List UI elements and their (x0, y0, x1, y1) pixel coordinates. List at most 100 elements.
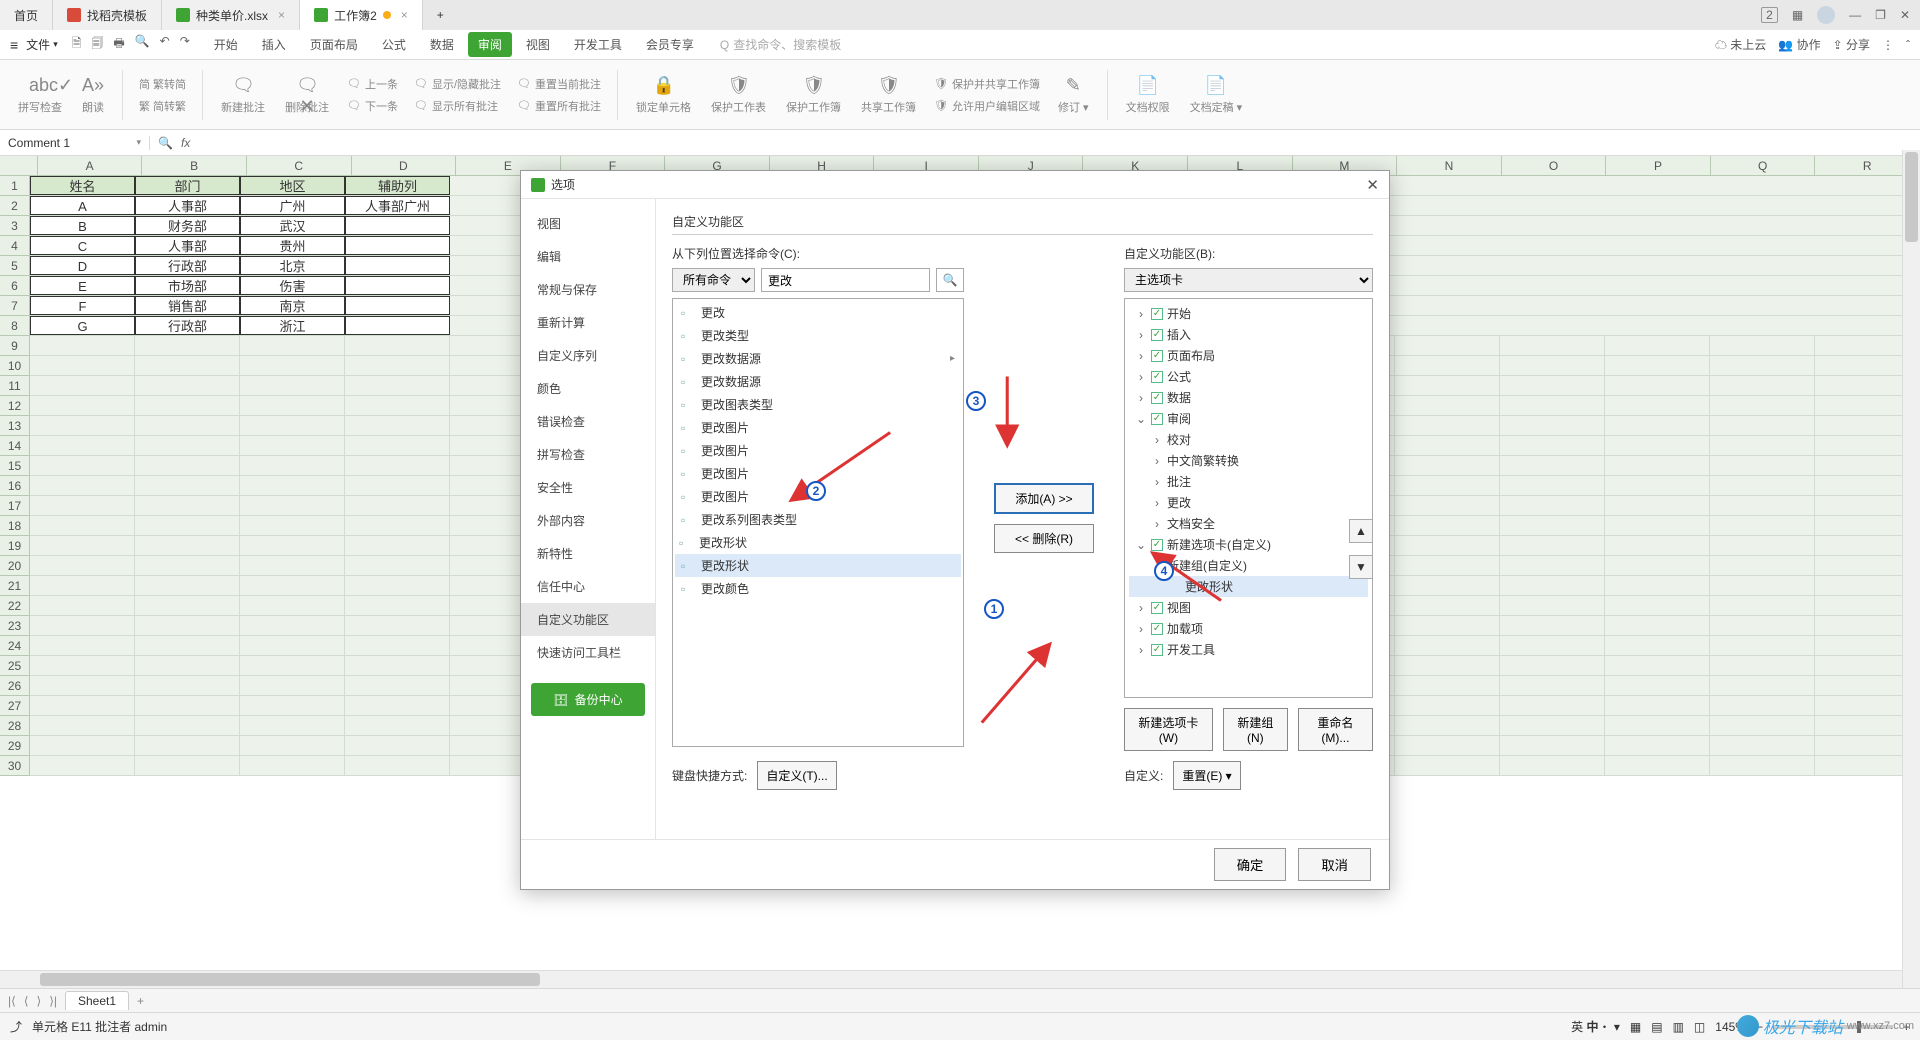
sidebar-item[interactable]: 拼写检查 (521, 438, 655, 471)
sidebar-item[interactable]: 常规与保存 (521, 273, 655, 306)
new-tab-button[interactable]: + (423, 0, 458, 30)
ribbon-new-comment[interactable]: 🗨新建批注 (215, 75, 271, 115)
sidebar-item[interactable]: 快速访问工具栏 (521, 636, 655, 669)
command-search-input[interactable] (761, 268, 930, 292)
tree-item[interactable]: ›✓公式 (1129, 366, 1368, 387)
ribbon-doc-final[interactable]: 📄文档定稿 ▾ (1184, 75, 1249, 115)
ribbon-protect-sheet[interactable]: 🛡保护工作表 (705, 75, 772, 115)
collapse-ribbon-icon[interactable]: ˆ (1906, 38, 1910, 52)
command-item[interactable]: ▫更改 (675, 301, 961, 324)
sheet-last-icon[interactable]: ⟩| (49, 994, 57, 1008)
sidebar-item[interactable]: 外部内容 (521, 504, 655, 537)
new-tab-button[interactable]: 新建选项卡(W) (1124, 708, 1213, 751)
tree-item[interactable]: ›✓页面布局 (1129, 345, 1368, 366)
command-item[interactable]: ▫更改形状 (675, 554, 961, 577)
tab-file-2[interactable]: 工作簿2× (300, 0, 423, 30)
ribbon-protect-more[interactable]: 🛡 保护并共享工作簿 🛡 允许用户编辑区域 (930, 75, 1044, 115)
user-avatar-icon[interactable] (1817, 6, 1835, 24)
close-icon[interactable]: × (278, 8, 285, 22)
tab-home[interactable]: 首页 (0, 0, 53, 30)
search-icon[interactable]: Q (720, 38, 729, 52)
menu-data[interactable]: 数据 (420, 32, 464, 57)
command-item[interactable]: ▫更改系列图表类型 (675, 508, 961, 531)
tree-item[interactable]: ›✓开始 (1129, 303, 1368, 324)
menu-layout[interactable]: 页面布局 (300, 32, 368, 57)
ribbon-read[interactable]: A»朗读 (76, 75, 110, 115)
sidebar-item[interactable]: 新特性 (521, 537, 655, 570)
save-as-icon[interactable]: 🗐 (91, 34, 103, 55)
menu-view[interactable]: 视图 (516, 32, 560, 57)
ribbon-convert[interactable]: 简 繁转简 繁 简转繁 (135, 75, 190, 115)
tab-template[interactable]: 找稻壳模板 (53, 0, 162, 30)
menu-vip[interactable]: 会员专享 (636, 32, 704, 57)
tree-item[interactable]: ›✓视图 (1129, 597, 1368, 618)
row-headers[interactable]: 1234567891011121314151617181920212223242… (0, 176, 30, 776)
ribbon-del-comment[interactable]: 🗨✕删除批注 (279, 75, 335, 115)
tree-item[interactable]: ⌄✓新建选项卡(自定义) (1129, 534, 1368, 555)
new-group-button[interactable]: 新建组(N) (1223, 708, 1288, 751)
sheet-next-icon[interactable]: ⟩ (37, 994, 42, 1008)
share-button[interactable]: ⇪ 分享 (1833, 36, 1870, 53)
ribbon-doc-perm[interactable]: 📄文档权限 (1120, 75, 1176, 115)
sheet-prev-icon[interactable]: ⟨ (24, 994, 29, 1008)
vertical-scrollbar[interactable] (1902, 150, 1920, 988)
move-down-button[interactable]: ▼ (1349, 555, 1373, 579)
dialog-close-icon[interactable]: ✕ (1366, 176, 1379, 194)
view-reader-icon[interactable]: ◫ (1694, 1020, 1705, 1034)
horizontal-scrollbar[interactable] (0, 970, 1902, 988)
ribbon-scope-select[interactable]: 主选项卡 (1124, 268, 1373, 292)
search-fx-icon[interactable]: 🔍 (158, 136, 173, 150)
ribbon-comment-show[interactable]: 🗨 显示/隐藏批注 🗨 显示所有批注 (410, 75, 505, 115)
ribbon-spellcheck[interactable]: abc✓拼写检查 (12, 75, 68, 115)
fx-icon[interactable]: fx (181, 136, 190, 150)
sidebar-item[interactable]: 颜色 (521, 372, 655, 405)
tree-item[interactable]: ›校对 (1129, 429, 1368, 450)
sheet-first-icon[interactable]: |⟨ (8, 994, 16, 1008)
sidebar-item[interactable]: 重新计算 (521, 306, 655, 339)
undo-icon[interactable]: ↶ (160, 34, 170, 55)
sidebar-item[interactable]: 自定义功能区 (521, 603, 655, 636)
search-icon[interactable]: 🔍 (936, 268, 964, 292)
customize-shortcut-button[interactable]: 自定义(T)... (757, 761, 836, 790)
tree-item[interactable]: ›✓数据 (1129, 387, 1368, 408)
print-icon[interactable]: 🖶 (113, 34, 124, 55)
tree-item[interactable]: ›中文简繁转换 (1129, 450, 1368, 471)
ribbon-share-book[interactable]: 🛡共享工作簿 (855, 75, 922, 115)
command-item[interactable]: ▫更改类型 (675, 324, 961, 347)
add-sheet-icon[interactable]: + (137, 994, 144, 1008)
command-item[interactable]: ▫更改颜色 (675, 577, 961, 600)
counter-icon[interactable]: 2 (1761, 7, 1778, 23)
preview-icon[interactable]: 🔍 (135, 34, 150, 55)
tree-item[interactable]: ›批注 (1129, 471, 1368, 492)
minimize-icon[interactable]: — (1849, 8, 1861, 22)
menu-devtools[interactable]: 开发工具 (564, 32, 632, 57)
menu-formula[interactable]: 公式 (372, 32, 416, 57)
close-icon[interactable]: × (401, 8, 408, 22)
sheet-tab[interactable]: Sheet1 (65, 991, 129, 1010)
ribbon-revise[interactable]: ✎修订 ▾ (1052, 75, 1095, 115)
file-menu[interactable]: 文件▾ (26, 36, 58, 53)
sidebar-item[interactable]: 信任中心 (521, 570, 655, 603)
ribbon-protect-book[interactable]: 🛡保护工作簿 (780, 75, 847, 115)
ribbon-comment-reset[interactable]: 🗨 重置当前批注 🗨 重置所有批注 (513, 75, 605, 115)
command-item[interactable]: ▫更改图片 (675, 416, 961, 439)
redo-icon[interactable]: ↷ (180, 34, 190, 55)
command-item[interactable]: ▫更改图片 (675, 439, 961, 462)
ribbon-comment-nav[interactable]: 🗨 上一条 🗨 下一条 (343, 75, 402, 115)
ribbon-lock-cell[interactable]: 🔒锁定单元格 (630, 75, 697, 115)
sidebar-item[interactable]: 编辑 (521, 240, 655, 273)
menu-start[interactable]: 开始 (204, 32, 248, 57)
sidebar-item[interactable]: 视图 (521, 207, 655, 240)
rename-button[interactable]: 重命名(M)... (1298, 708, 1373, 751)
cloud-status[interactable]: ☁ 未上云 (1715, 36, 1766, 53)
view-normal-icon[interactable]: ▦ (1630, 1020, 1641, 1034)
cancel-button[interactable]: 取消 (1298, 848, 1371, 881)
apps-icon[interactable]: ▦ (1792, 8, 1803, 22)
ime-status[interactable]: 英 中・ ▾ (1571, 1018, 1620, 1035)
save-icon[interactable]: 🗎 (72, 34, 82, 55)
tree-item[interactable]: ⌄✓审阅 (1129, 408, 1368, 429)
command-item[interactable]: ▫更改数据源 (675, 370, 961, 393)
sidebar-item[interactable]: 安全性 (521, 471, 655, 504)
maximize-icon[interactable]: ❐ (1875, 8, 1886, 22)
tree-item[interactable]: ›更改 (1129, 492, 1368, 513)
